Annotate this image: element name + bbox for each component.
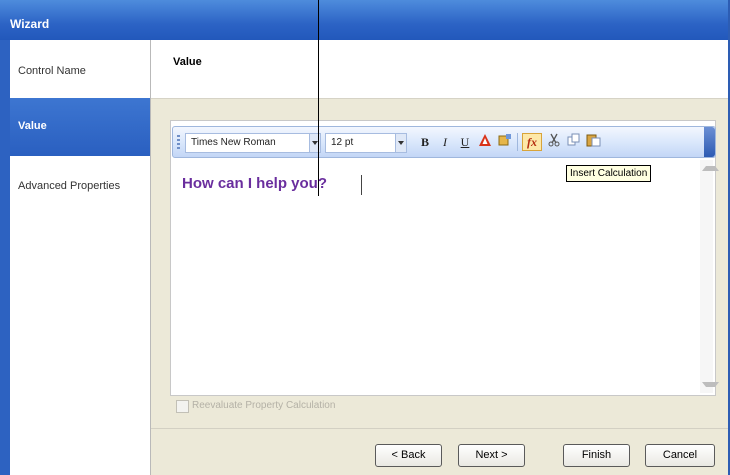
font-color-icon (479, 134, 491, 146)
chevron-down-icon[interactable] (395, 134, 406, 152)
font-family-value: Times New Roman (191, 137, 276, 148)
nav-item-control-name[interactable]: Control Name (10, 40, 150, 98)
font-size-value: 12 pt (331, 137, 354, 148)
cut-button[interactable] (544, 133, 564, 151)
toolbar-separator (517, 133, 518, 151)
rich-text-editor[interactable] (170, 120, 716, 396)
insert-calculation-button[interactable]: fx (522, 133, 542, 151)
window-left-border (0, 40, 10, 475)
font-family-select[interactable]: Times New Roman (185, 133, 321, 153)
nav-item-value[interactable]: Value (10, 98, 150, 156)
text-caret (361, 175, 362, 195)
scroll-down-icon[interactable] (702, 382, 719, 387)
insert-image-button[interactable] (495, 133, 515, 151)
copy-icon (567, 133, 580, 146)
nav-item-advanced-properties[interactable]: Advanced Properties (10, 156, 150, 214)
finish-button[interactable]: Finish (563, 444, 630, 467)
insert-calculation-tooltip: Insert Calculation (566, 165, 652, 182)
toolbar-overflow-button[interactable] (704, 127, 715, 157)
back-button[interactable]: < Back (375, 444, 442, 467)
reevaluate-checkbox[interactable] (176, 400, 189, 413)
scissors-icon (548, 133, 560, 147)
paste-button[interactable] (584, 133, 604, 151)
window-title: Wizard (10, 17, 50, 31)
underline-button[interactable]: U (455, 133, 475, 151)
copy-button[interactable] (564, 133, 584, 151)
nav-item-label: Value (18, 120, 47, 132)
function-icon: fx (527, 135, 537, 149)
toolbar-grip[interactable] (177, 135, 180, 149)
scroll-up-icon[interactable] (702, 166, 719, 171)
editor-content[interactable]: How can I help you? (182, 175, 327, 192)
paste-icon (586, 134, 601, 147)
next-button[interactable]: Next > (458, 444, 525, 467)
image-icon (498, 134, 511, 146)
editor-vertical-scrollbar[interactable] (700, 160, 719, 393)
format-toolbar: Times New Roman 12 pt B I U fx (172, 126, 716, 158)
reevaluate-checkbox-label: Reevaluate Property Calculation (192, 400, 336, 411)
nav-item-label: Advanced Properties (18, 180, 121, 192)
font-size-select[interactable]: 12 pt (325, 133, 407, 153)
wizard-nav: Control Name Value Advanced Properties (10, 40, 151, 475)
nav-item-label: Control Name (18, 65, 86, 77)
bold-button[interactable]: B (415, 133, 435, 151)
page-header: Value (151, 40, 728, 99)
annotation-pointer-line (318, 0, 319, 196)
footer-divider (151, 428, 728, 429)
cancel-button[interactable]: Cancel (645, 444, 715, 467)
page-title: Value (173, 56, 202, 68)
italic-button[interactable]: I (435, 133, 455, 151)
font-color-button[interactable] (475, 133, 495, 151)
title-bar[interactable]: Wizard (0, 0, 728, 40)
